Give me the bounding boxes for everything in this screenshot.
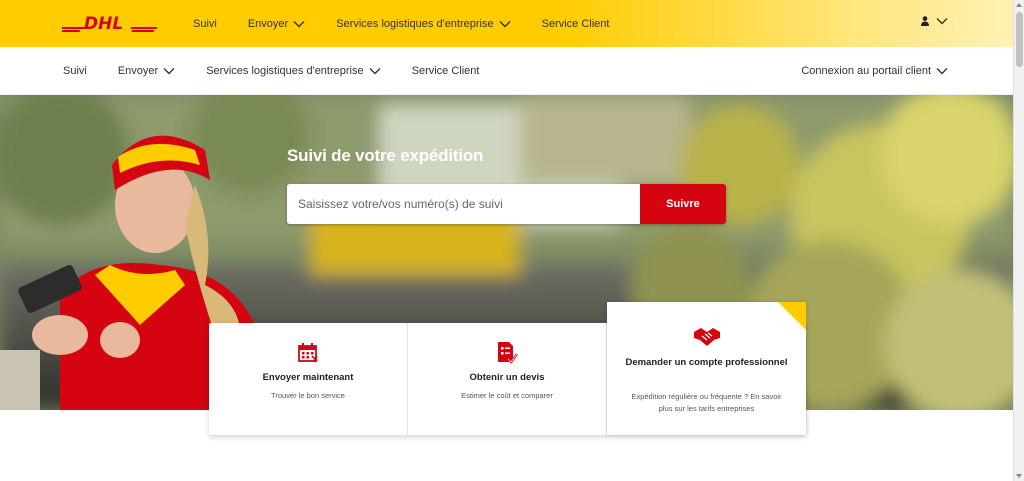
topnav-item-services[interactable]: Services logistiques d'entreprise: [336, 17, 511, 30]
subnav-item-envoyer[interactable]: Envoyer: [118, 65, 175, 77]
subnav-item-label: Service Client: [411, 65, 480, 77]
action-cards: Envoyer maintenant Trouver le bon servic…: [209, 302, 806, 435]
customer-portal-login[interactable]: Connexion au portail client: [801, 47, 948, 95]
subnav-item-services[interactable]: Services logistiques d'entreprise: [206, 65, 381, 77]
secondary-nav: Suivi Envoyer Services logistiques d'ent…: [63, 47, 510, 95]
topnav-item-label: Envoyer: [247, 17, 289, 30]
card-get-quote[interactable]: Obtenir un devis Estimer le coût et comp…: [408, 323, 607, 435]
top-header: DHL Suivi Envoyer Services logistiques d…: [0, 0, 1013, 47]
card-business-account[interactable]: Demander un compte professionnel Expédit…: [607, 302, 806, 435]
chevron-down-icon: [936, 68, 948, 75]
card-subtitle: Estimer le coût et comparer: [461, 391, 553, 400]
card-title: Obtenir un devis: [469, 372, 545, 383]
subnav-item-label: Envoyer: [117, 65, 159, 77]
subnav-item-label: Services logistiques d'entreprise: [206, 65, 364, 77]
card-send-now[interactable]: Envoyer maintenant Trouver le bon servic…: [209, 323, 408, 435]
top-nav: Suivi Envoyer Services logistiques d'ent…: [193, 0, 640, 47]
topnav-item-label: Suivi: [193, 17, 217, 30]
dhl-logo[interactable]: DHL: [62, 14, 164, 34]
user-icon: [921, 16, 929, 26]
yellow-corner-accent: [778, 302, 806, 330]
tracking-search-form: Suivre: [287, 184, 726, 224]
tracking-number-input[interactable]: [287, 184, 640, 224]
portal-label: Connexion au portail client: [801, 65, 931, 77]
card-subtitle: Expédition régulière ou fréquente ? En s…: [631, 392, 782, 413]
secondary-header: Suivi Envoyer Services logistiques d'ent…: [0, 47, 1013, 95]
card-title: Demander un compte professionnel: [625, 357, 788, 368]
quote-document-icon: [498, 342, 518, 364]
handshake-icon: [693, 328, 720, 346]
topnav-item-service-client[interactable]: Service Client: [542, 18, 610, 30]
subnav-item-service-client[interactable]: Service Client: [412, 65, 480, 77]
page: DHL Suivi Envoyer Services logistiques d…: [0, 0, 1024, 481]
topnav-item-label: Services logistiques d'entreprise: [336, 17, 494, 30]
topnav-item-suivi[interactable]: Suivi: [193, 18, 217, 30]
topnav-item-envoyer[interactable]: Envoyer: [248, 18, 305, 30]
page-scrollbar[interactable]: [1013, 0, 1024, 481]
scroll-down-arrow-icon[interactable]: [1016, 474, 1022, 478]
chevron-down-icon: [293, 20, 305, 27]
hero-title: Suivi de votre expédition: [287, 146, 484, 165]
chevron-down-icon: [369, 68, 381, 75]
chevron-down-icon: [163, 68, 175, 75]
scroll-up-arrow-icon[interactable]: [1016, 3, 1022, 7]
subnav-item-label: Suivi: [63, 65, 87, 77]
chevron-down-icon: [499, 20, 511, 27]
topnav-item-label: Service Client: [541, 17, 610, 30]
scrollbar-thumb[interactable]: [1016, 12, 1023, 67]
track-button[interactable]: Suivre: [640, 184, 726, 224]
card-subtitle: Trouver le bon service: [271, 391, 345, 400]
chevron-down-icon: [936, 18, 948, 25]
svg-text:DHL: DHL: [84, 14, 123, 34]
subnav-item-suivi[interactable]: Suivi: [63, 65, 87, 77]
user-menu[interactable]: [921, 16, 948, 26]
card-title: Envoyer maintenant: [262, 372, 354, 383]
calendar-icon: [298, 343, 318, 363]
